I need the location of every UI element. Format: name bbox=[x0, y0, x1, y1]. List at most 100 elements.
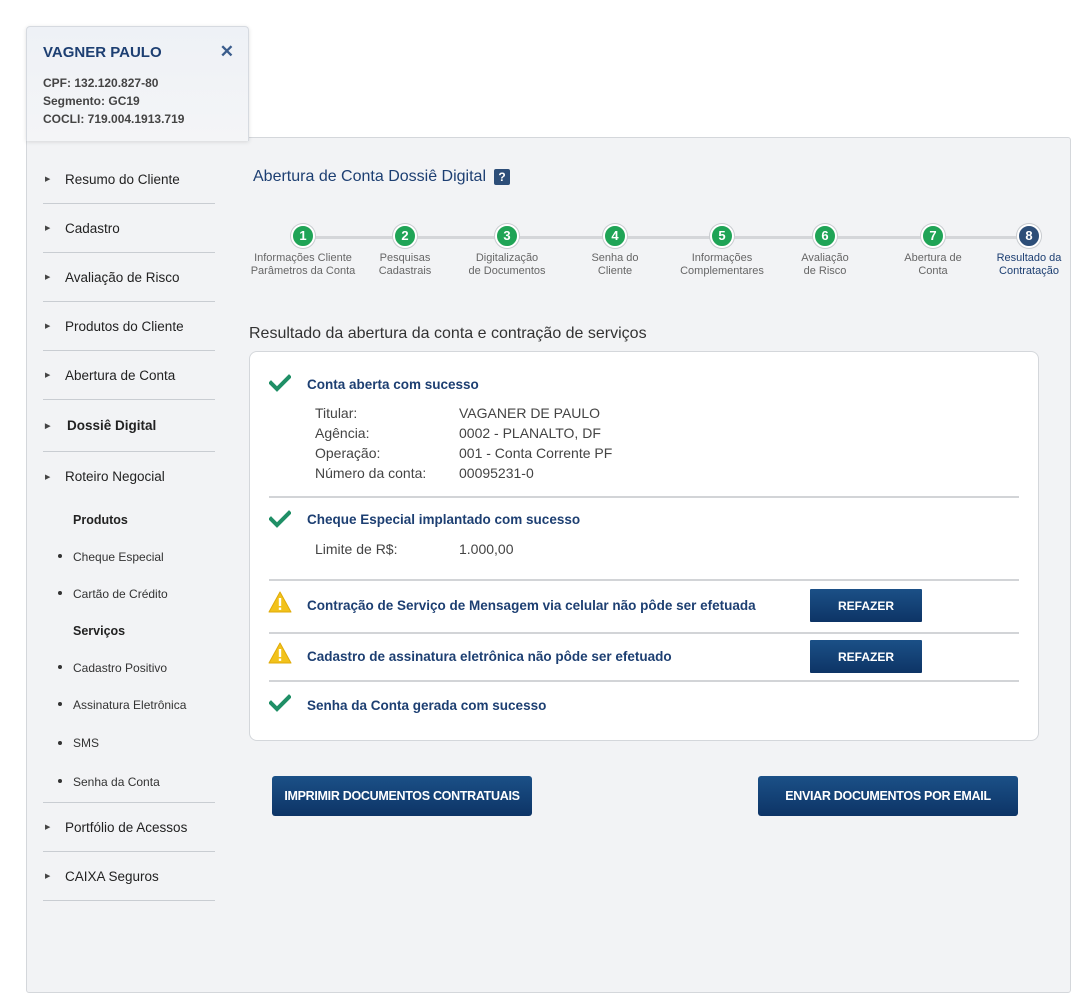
row-title: Senha da Conta gerada com sucesso bbox=[307, 698, 547, 713]
step-number: 4 bbox=[603, 224, 627, 248]
sidebar-nav: ▶ Resumo do Cliente ▶ Cadastro ▶ Avaliação … bbox=[43, 155, 215, 901]
sidebar-item-produtos-do-cliente[interactable]: ▶ Produtos do Cliente bbox=[43, 302, 215, 351]
submenu-item-senha-da-conta[interactable]: Senha da Conta bbox=[43, 763, 215, 800]
sidebar-item-label: Dossiê Digital bbox=[67, 418, 157, 433]
detail-label: Operação: bbox=[315, 445, 381, 461]
step-number: 2 bbox=[393, 224, 417, 248]
detail-numero-conta: Número da conta: 00095231-0 bbox=[315, 465, 534, 481]
step-label-line: Contratação bbox=[999, 265, 1059, 277]
submenu-item-sms[interactable]: SMS bbox=[43, 723, 215, 763]
submenu-item-cheque-especial[interactable]: Cheque Especial bbox=[43, 538, 215, 575]
submenu-item-label: Cadastro Positivo bbox=[73, 660, 168, 675]
submenu-item-label: Senha da Conta bbox=[73, 774, 160, 789]
arrow-right-icon: ▶ bbox=[45, 372, 51, 379]
close-icon[interactable]: ✕ bbox=[220, 43, 234, 60]
submenu-item-cartao-de-credito[interactable]: Cartão de Crédito bbox=[43, 575, 215, 612]
detail-label: Agência: bbox=[315, 425, 370, 441]
arrow-right-icon: ▶ bbox=[45, 824, 51, 831]
row-title: Conta aberta com sucesso bbox=[307, 377, 479, 392]
submenu-item-label: Cheque Especial bbox=[73, 549, 164, 564]
step-label: Senha do Cliente bbox=[555, 252, 675, 278]
sidebar-item-label: Resumo do Cliente bbox=[65, 171, 180, 187]
result-row-assinatura: Cadastro de assinatura eletrônica não pô… bbox=[268, 634, 1019, 682]
imprimir-documentos-button[interactable]: IMPRIMIR DOCUMENTOS CONTRATUAIS bbox=[272, 776, 532, 816]
arrow-right-icon: ▶ bbox=[45, 274, 51, 281]
result-row-conta: Conta aberta com sucesso Titular: VAGANER… bbox=[269, 352, 1019, 498]
help-icon[interactable]: ? bbox=[494, 169, 511, 185]
submenu-item-label: Assinatura Eletrônica bbox=[73, 697, 187, 712]
segmento-label: Segmento: bbox=[43, 94, 106, 108]
step-label-line: Informações bbox=[691, 252, 753, 264]
sidebar-item-label: Avaliação de Risco bbox=[65, 269, 180, 285]
section-title: Resultado da abertura da conta e contraç… bbox=[249, 325, 647, 342]
sidebar-item-label: Roteiro Negocial bbox=[65, 469, 165, 484]
page-title: Abertura de Conta Dossiê Digital ? bbox=[253, 168, 511, 186]
detail-value: 1.000,00 bbox=[459, 541, 514, 557]
detail-value: 00095231-0 bbox=[459, 465, 534, 481]
warning-icon bbox=[268, 642, 292, 664]
step-number: 8 bbox=[1017, 224, 1041, 248]
step-label-line: Avaliação bbox=[801, 252, 849, 264]
sidebar-item-dossie-digital[interactable]: ▶ Dossiê Digital bbox=[43, 400, 215, 452]
step-6: 6 Avaliação de Risco bbox=[765, 224, 885, 278]
step-number: 6 bbox=[813, 224, 837, 248]
bullet-icon bbox=[58, 554, 62, 558]
sidebar-item-roteiro-negocial[interactable]: ▶ Roteiro Negocial bbox=[43, 452, 215, 501]
step-number: 5 bbox=[710, 224, 734, 248]
step-label: Informações Complementares bbox=[662, 252, 782, 278]
step-label-line: de Documentos bbox=[468, 265, 546, 277]
enviar-documentos-email-button[interactable]: ENVIAR DOCUMENTOS POR EMAIL bbox=[758, 776, 1018, 816]
detail-agencia: Agência: 0002 - PLANALTO, DF bbox=[315, 425, 601, 441]
submenu-heading-servicos: Serviços bbox=[73, 623, 126, 638]
sidebar-item-label: CAIXA Seguros bbox=[65, 868, 159, 884]
detail-titular: Titular: VAGANER DE PAULO bbox=[315, 405, 600, 421]
arrow-right-icon: ▶ bbox=[45, 176, 51, 183]
bullet-icon bbox=[58, 779, 62, 783]
step-label-line: de Risco bbox=[803, 265, 847, 277]
bullet-icon bbox=[58, 741, 62, 745]
detail-label: Titular: bbox=[315, 405, 358, 421]
sidebar-item-resumo-do-cliente[interactable]: ▶ Resumo do Cliente bbox=[43, 155, 215, 204]
detail-label: Número da conta: bbox=[315, 465, 427, 481]
page-title-text: Abertura de Conta Dossiê Digital bbox=[253, 168, 487, 185]
roteiro-negocial-group: ▶ Roteiro Negocial Produtos Cheque Especi… bbox=[43, 452, 215, 803]
step-label-line: Complementares bbox=[680, 265, 764, 277]
sidebar-item-avaliacao-de-risco[interactable]: ▶ Avaliação de Risco bbox=[43, 253, 215, 302]
detail-label: Limite de R$: bbox=[315, 541, 398, 557]
result-row-cheque: Cheque Especial implantado com sucesso L… bbox=[269, 498, 1019, 581]
sidebar-item-label: Cadastro bbox=[65, 220, 120, 236]
row-title: Contração de Serviço de Mensagem via cel… bbox=[307, 598, 756, 613]
step-number: 7 bbox=[921, 224, 945, 248]
refazer-assinatura-button[interactable]: REFAZER bbox=[810, 640, 922, 673]
refazer-sms-button[interactable]: REFAZER bbox=[810, 589, 922, 622]
bullet-icon bbox=[58, 702, 62, 706]
step-number: 3 bbox=[495, 224, 519, 248]
submenu-item-cadastro-positivo[interactable]: Cadastro Positivo bbox=[43, 649, 215, 686]
check-icon bbox=[269, 694, 291, 712]
detail-value: 001 - Conta Corrente PF bbox=[459, 445, 613, 461]
sidebar-item-label: Portfólio de Acessos bbox=[65, 819, 188, 835]
sidebar-item-portfolio-de-acessos[interactable]: ▶ Portfólio de Acessos bbox=[43, 803, 215, 852]
bullet-icon bbox=[58, 665, 62, 669]
detail-value: 0002 - PLANALTO, DF bbox=[459, 425, 601, 441]
sidebar-item-caixa-seguros[interactable]: ▶ CAIXA Seguros bbox=[43, 852, 215, 901]
progress-stepper: 1 Informações Cliente Parâmetros da Conta… bbox=[244, 224, 1071, 294]
step-4: 4 Senha do Cliente bbox=[555, 224, 675, 278]
detail-operacao: Operação: 001 - Conta Corrente PF bbox=[315, 445, 612, 461]
cpf-value: 132.120.827-80 bbox=[74, 76, 159, 90]
detail-value: VAGANER DE PAULO bbox=[459, 405, 601, 421]
submenu-item-label: SMS bbox=[73, 736, 100, 750]
client-name: VAGNER PAULO bbox=[43, 44, 162, 61]
result-row-senha: Senha da Conta gerada com sucesso bbox=[269, 682, 1019, 732]
detail-limite: Limite de R$: 1.000,00 bbox=[315, 541, 514, 557]
cpf-label: CPF: bbox=[43, 76, 71, 90]
segmento-value: GC19 bbox=[108, 94, 140, 108]
step-5: 5 Informações Complementares bbox=[662, 224, 782, 278]
step-label: Resultado da Contratação bbox=[969, 252, 1089, 278]
sidebar-item-cadastro[interactable]: ▶ Cadastro bbox=[43, 204, 215, 253]
step-8: 8 Resultado da Contratação bbox=[969, 224, 1089, 278]
arrow-right-icon: ▶ bbox=[45, 225, 51, 232]
sidebar-item-abertura-de-conta[interactable]: ▶ Abertura de Conta bbox=[43, 351, 215, 400]
submenu-heading-produtos: Produtos bbox=[73, 512, 128, 527]
submenu-item-assinatura-eletronica[interactable]: Assinatura Eletrônica bbox=[43, 686, 215, 723]
